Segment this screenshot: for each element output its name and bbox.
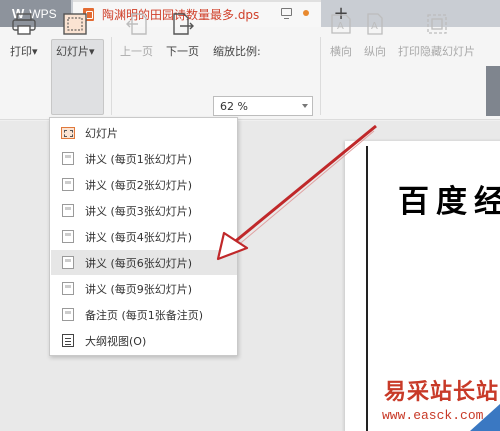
- watermark-site-name: 易采站长站: [384, 379, 500, 405]
- handout-6-icon: [62, 256, 74, 269]
- print-button[interactable]: 打印▾: [10, 10, 38, 59]
- slides-view-button[interactable]: 幻灯片▾: [56, 10, 95, 59]
- menu-item-handout-6[interactable]: 讲义 (每页6张幻灯片): [51, 250, 237, 275]
- menu-item-label: 讲义 (每页4张幻灯片): [85, 230, 193, 244]
- print-dropdown-arrow-icon: ▾: [32, 45, 38, 58]
- menu-item-handout-4[interactable]: 讲义 (每页4张幻灯片): [51, 224, 237, 249]
- landscape-label: 横向: [330, 45, 352, 58]
- menu-item-label: 备注页 (每页1张备注页): [85, 308, 204, 322]
- hidden-slide-icon: [424, 10, 450, 38]
- slide-icon: [61, 127, 75, 139]
- portrait-label: 纵向: [364, 45, 386, 58]
- slides-dropdown-arrow-icon: ▾: [89, 45, 95, 58]
- corner-decoration: [470, 404, 500, 431]
- landscape-icon: A: [328, 10, 354, 38]
- menu-item-outline-view[interactable]: 大纲视图(O): [51, 328, 237, 353]
- svg-text:A: A: [371, 21, 378, 32]
- slide-frame-icon: [62, 10, 88, 38]
- prev-page-icon: [124, 10, 150, 38]
- zoom-dropdown-arrow-icon: [302, 104, 308, 108]
- notes-page-icon: [62, 308, 74, 321]
- print-hidden-slides-button[interactable]: 打印隐藏幻灯片: [398, 10, 475, 59]
- slides-view-label: 幻灯片: [56, 45, 89, 58]
- ribbon-overflow-button[interactable]: [486, 66, 500, 116]
- print-label: 打印: [10, 45, 32, 58]
- zoom-label: 缩放比例:: [213, 45, 261, 58]
- menu-item-handout-1[interactable]: 讲义 (每页1张幻灯片): [51, 146, 237, 171]
- portrait-icon: A: [362, 10, 388, 38]
- menu-item-label: 讲义 (每页1张幻灯片): [85, 152, 193, 166]
- next-page-label: 下一页: [166, 45, 199, 58]
- zoom-select[interactable]: 62 %: [213, 96, 313, 116]
- monitor-icon[interactable]: [281, 8, 292, 19]
- zoom-value: 62 %: [220, 99, 248, 113]
- prev-page-button[interactable]: 上一页: [120, 10, 153, 59]
- outline-icon: [62, 334, 74, 347]
- next-page-icon: [170, 10, 196, 38]
- menu-item-handout-3[interactable]: 讲义 (每页3张幻灯片): [51, 198, 237, 223]
- handout-3-icon: [62, 204, 74, 217]
- menu-item-notes-page[interactable]: 备注页 (每页1张备注页): [51, 302, 237, 327]
- menu-item-label: 讲义 (每页6张幻灯片): [85, 256, 193, 270]
- handout-1-icon: [62, 152, 74, 165]
- ribbon-separator: [320, 37, 321, 115]
- print-hidden-slides-label: 打印隐藏幻灯片: [398, 45, 475, 58]
- menu-item-label: 讲义 (每页2张幻灯片): [85, 178, 193, 192]
- slide-title-text: 百度经: [398, 184, 500, 220]
- menu-item-label: 幻灯片: [85, 126, 118, 140]
- menu-item-label: 大纲视图(O): [85, 334, 147, 348]
- menu-item-handout-2[interactable]: 讲义 (每页2张幻灯片): [51, 172, 237, 197]
- menu-item-slides[interactable]: 幻灯片: [51, 120, 237, 145]
- watermark-url: www.easck.com: [382, 408, 484, 423]
- menu-item-handout-9[interactable]: 讲义 (每页9张幻灯片): [51, 276, 237, 301]
- handout-9-icon: [62, 282, 74, 295]
- printer-icon: [11, 10, 37, 38]
- handout-4-icon: [62, 230, 74, 243]
- next-page-button[interactable]: 下一页: [166, 10, 199, 59]
- print-content-dropdown-menu: 幻灯片 讲义 (每页1张幻灯片) 讲义 (每页2张幻灯片) 讲义 (每页3张幻灯…: [49, 117, 238, 356]
- menu-item-label: 讲义 (每页3张幻灯片): [85, 204, 193, 218]
- menu-item-label: 讲义 (每页9张幻灯片): [85, 282, 193, 296]
- slide-border-line: [366, 146, 368, 431]
- portrait-button[interactable]: A 纵向: [362, 10, 388, 59]
- ribbon-separator: [111, 37, 112, 115]
- handout-2-icon: [62, 178, 74, 191]
- unsaved-indicator-dot: [303, 10, 309, 16]
- svg-text:A: A: [337, 21, 344, 32]
- prev-page-label: 上一页: [120, 45, 153, 58]
- landscape-button[interactable]: A 横向: [328, 10, 354, 59]
